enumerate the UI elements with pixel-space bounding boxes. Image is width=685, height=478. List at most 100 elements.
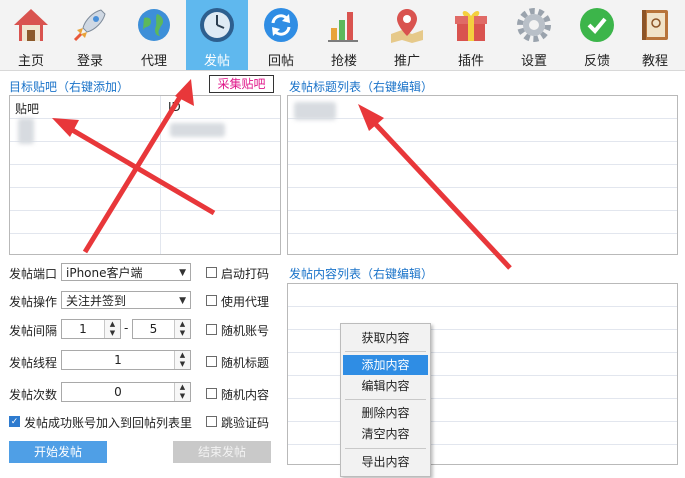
count-value: 0: [114, 385, 122, 399]
toolbar-label: 反馈: [583, 54, 610, 69]
random-account-label: 随机账号: [221, 324, 270, 338]
spin-buttons[interactable]: ▲ ▼: [174, 351, 190, 369]
bar-chart-icon: [328, 12, 358, 42]
menu-edit-content[interactable]: 编辑内容: [343, 376, 428, 396]
count-label: 发帖次数: [9, 388, 58, 402]
spin-buttons[interactable]: ▲ ▼: [174, 383, 190, 401]
toolbar-settings[interactable]: 设置: [503, 0, 565, 70]
toolbar-label: 设置: [520, 54, 547, 69]
chevron-down-icon: ▼: [179, 268, 186, 278]
toolbar-label: 登录: [76, 54, 103, 69]
interval-max-stepper[interactable]: 5 ▲ ▼: [132, 319, 191, 339]
skip-verify-label: 跳验证码: [221, 416, 270, 430]
captcha-checkbox[interactable]: [206, 267, 217, 278]
toolbar-tutorial[interactable]: 教程: [624, 0, 685, 70]
action-label: 发帖操作: [9, 295, 58, 309]
chevron-down-icon: ▼: [179, 296, 186, 306]
rocket-icon: [73, 9, 106, 42]
spin-up-icon[interactable]: ▲: [105, 320, 120, 329]
menu-get-content[interactable]: 获取内容: [343, 328, 428, 348]
spin-up-icon[interactable]: ▲: [175, 320, 190, 329]
redacted-row: [170, 123, 225, 137]
captcha-label: 启动打码: [221, 267, 270, 281]
spin-up-icon[interactable]: ▲: [175, 383, 190, 392]
toolbar-promote[interactable]: 推广: [376, 0, 438, 70]
add-to-reply-label: 发帖成功账号加入到回帖列表里: [24, 416, 193, 430]
toolbar-reply[interactable]: 回帖: [250, 0, 312, 70]
spin-buttons[interactable]: ▲ ▼: [174, 320, 190, 338]
redacted-row: [294, 102, 336, 120]
toolbar-login[interactable]: 登录: [59, 0, 121, 70]
menu-delete-content[interactable]: 删除内容: [343, 403, 428, 423]
toolbar-label: 推广: [393, 54, 420, 69]
random-content-label: 随机内容: [221, 388, 270, 402]
toolbar-grab-floor[interactable]: 抢楼: [313, 0, 375, 70]
main-toolbar: 主页 登录 代理 发帖 回帖 抢楼 推广 插件 设置 反馈 教程: [0, 0, 685, 71]
port-label: 发帖端口: [9, 267, 58, 281]
random-account-checkbox[interactable]: [206, 324, 217, 335]
map-pin-icon: [391, 9, 423, 43]
title-list-label: 发帖标题列表（右键编辑）: [289, 80, 434, 94]
toolbar-post[interactable]: 发帖: [186, 0, 248, 70]
toolbar-proxy[interactable]: 代理: [123, 0, 185, 70]
title-list[interactable]: [287, 95, 678, 255]
list-rows: [288, 96, 677, 254]
content-context-menu: 获取内容 添加内容 编辑内容 删除内容 清空内容 导出内容: [340, 323, 431, 477]
toolbar-label: 抢楼: [330, 54, 357, 69]
toolbar-plugins[interactable]: 插件: [440, 0, 502, 70]
book-icon: [642, 10, 668, 40]
col-header-id: ID: [168, 100, 181, 114]
random-title-checkbox[interactable]: [206, 356, 217, 367]
redacted-row: [18, 118, 34, 144]
interval-label: 发帖间隔: [9, 324, 58, 338]
check-circle-icon: [580, 8, 614, 42]
stop-post-button[interactable]: 结束发帖: [173, 441, 271, 463]
home-icon: [14, 9, 48, 41]
content-list-label: 发帖内容列表（右键编辑）: [289, 267, 434, 281]
toolbar-home[interactable]: 主页: [0, 0, 62, 70]
action-value: 关注并签到: [66, 294, 127, 308]
spin-buttons[interactable]: ▲ ▼: [104, 320, 120, 338]
spin-down-icon[interactable]: ▼: [175, 329, 190, 338]
list-rows: [10, 96, 280, 254]
toolbar-label: 插件: [457, 54, 484, 69]
toolbar-feedback[interactable]: 反馈: [566, 0, 628, 70]
toolbar-label: 教程: [641, 54, 668, 69]
random-title-label: 随机标题: [221, 356, 270, 370]
menu-export-content[interactable]: 导出内容: [343, 452, 428, 472]
col-divider: [160, 96, 161, 254]
threads-stepper[interactable]: 1 ▲ ▼: [61, 350, 191, 370]
add-to-reply-checkbox[interactable]: ✓: [9, 416, 20, 427]
collect-bars-button[interactable]: 采集贴吧: [209, 75, 274, 93]
threads-label: 发帖线程: [9, 356, 58, 370]
menu-add-content[interactable]: 添加内容: [343, 355, 428, 375]
count-stepper[interactable]: 0 ▲ ▼: [61, 382, 191, 402]
toolbar-label: 主页: [17, 54, 44, 69]
random-content-checkbox[interactable]: [206, 388, 217, 399]
use-proxy-checkbox[interactable]: [206, 295, 217, 306]
threads-value: 1: [114, 353, 122, 367]
gear-icon: [517, 8, 551, 42]
target-bars-list[interactable]: 贴吧 ID: [9, 95, 281, 255]
interval-min-value: 1: [79, 322, 87, 336]
globe-icon: [138, 9, 170, 41]
menu-clear-content[interactable]: 清空内容: [343, 424, 428, 444]
spin-down-icon[interactable]: ▼: [105, 329, 120, 338]
clock-icon: [200, 8, 234, 42]
spin-down-icon[interactable]: ▼: [175, 392, 190, 401]
menu-separator: [345, 351, 426, 352]
spin-up-icon[interactable]: ▲: [175, 351, 190, 360]
toolbar-label: 回帖: [267, 54, 294, 69]
target-bars-label: 目标贴吧（右键添加）: [9, 80, 130, 94]
action-select[interactable]: 关注并签到 ▼: [61, 291, 191, 309]
interval-separator: -: [124, 321, 129, 335]
skip-verify-checkbox[interactable]: [206, 416, 217, 427]
port-select[interactable]: iPhone客户端 ▼: [61, 263, 191, 281]
interval-max-value: 5: [149, 322, 158, 336]
menu-separator: [345, 399, 426, 400]
gift-icon: [455, 11, 487, 41]
interval-min-stepper[interactable]: 1 ▲ ▼: [61, 319, 121, 339]
start-post-button[interactable]: 开始发帖: [9, 441, 107, 463]
spin-down-icon[interactable]: ▼: [175, 360, 190, 369]
col-header-name: 贴吧: [15, 102, 40, 116]
